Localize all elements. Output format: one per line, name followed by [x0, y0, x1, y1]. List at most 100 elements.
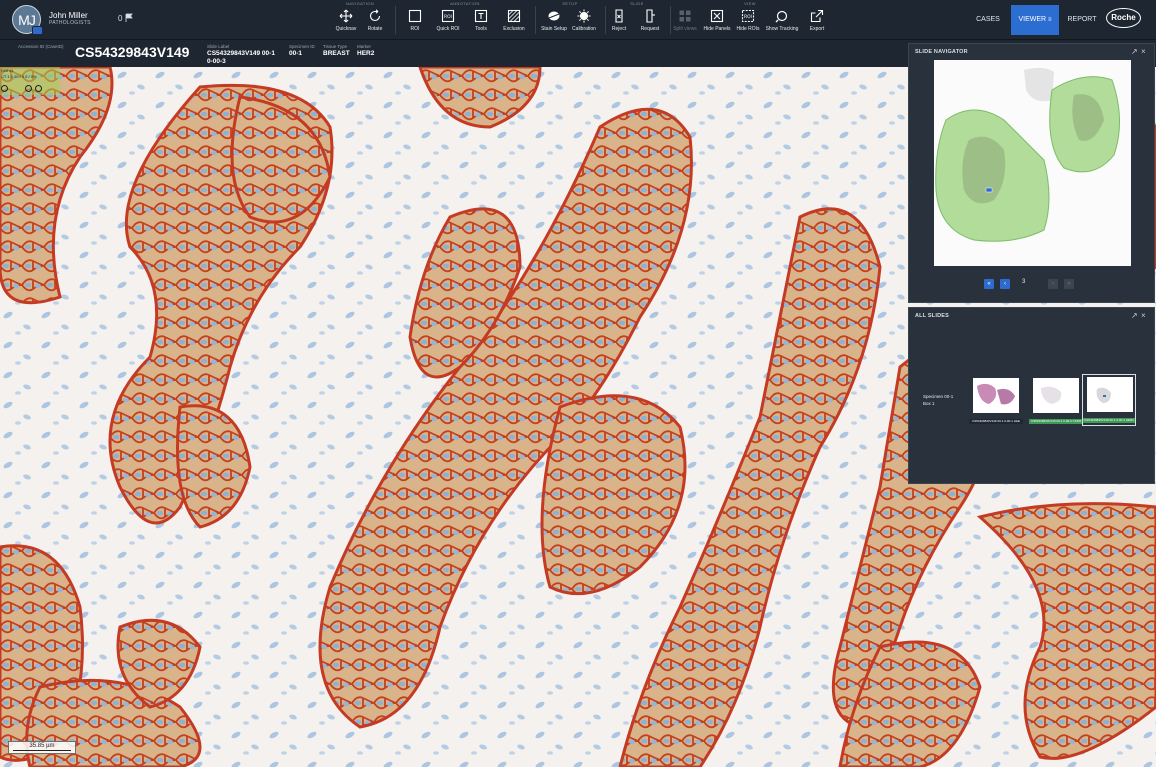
- setup-group-label: SETUP: [562, 1, 578, 6]
- top-toolbar: MJ John Miller PATHOLOGISTS 0 NAVIGATION…: [0, 0, 1156, 40]
- viewer-menu-icon: ≡: [1048, 17, 1052, 23]
- annotation-group: ANNOTATION ROI ROI Quick ROI Tools Exclu…: [395, 0, 535, 40]
- rotate-button[interactable]: Rotate: [355, 9, 395, 32]
- tab-viewer[interactable]: VIEWER ≡: [1011, 5, 1059, 35]
- hide-rois-icon: ROI: [741, 9, 755, 23]
- split-views-icon: [679, 10, 691, 22]
- calibration-icon: [577, 9, 591, 23]
- tab-viewer-label: VIEWER: [1018, 16, 1047, 23]
- slide-caption: CS54329843V149 00-1 0-00-1 H&E: [969, 419, 1023, 424]
- request-button[interactable]: Request: [630, 9, 670, 32]
- slide-caption: CS54329843V149 00-1 0-00-3 HER2: [1083, 418, 1135, 423]
- roi-overlay-stats: CT 1 0 00 / 0 0 / 0%: [1, 74, 37, 79]
- marker-value: HER2: [357, 50, 375, 57]
- tissue-label: Tissue Type: [323, 44, 348, 49]
- slide-overview-image: [934, 60, 1131, 266]
- close-icon[interactable]: ×: [1141, 311, 1146, 320]
- export-icon: [810, 9, 824, 23]
- specimen-label: Specimen ID: [289, 44, 315, 49]
- tab-report[interactable]: REPORT: [1062, 5, 1102, 35]
- chevron-prev-icon[interactable]: ‹: [1000, 279, 1010, 289]
- slide-card-selected[interactable]: CS54329843V149 00-1 0-00-3 HER2: [1082, 374, 1136, 426]
- scale-bar-label: 35.85 µm: [29, 743, 55, 749]
- slide-label-caption: Slide Label: [207, 44, 230, 49]
- calibration-label: Calibration: [572, 26, 596, 32]
- slide-card[interactable]: CS54329843V149 00-1 0-00-1 H&E: [969, 378, 1023, 424]
- exclusion-button[interactable]: Exclusion: [494, 9, 534, 32]
- info-icon[interactable]: [1, 85, 8, 92]
- slide-label-value-2: 0-00-3: [207, 58, 226, 65]
- scale-bar: 35.85 µm: [8, 741, 76, 754]
- user-role: PATHOLOGISTS: [49, 20, 91, 27]
- chevron-first-icon[interactable]: «: [984, 279, 994, 289]
- export-button[interactable]: Export: [797, 9, 837, 32]
- slide-navigator-panel: SLIDE NAVIGATOR ↗ × « ‹ 3 › »: [908, 43, 1155, 303]
- slide-navigator-title: SLIDE NAVIGATOR: [915, 49, 968, 55]
- slide-group: SLIDE Reject Request: [602, 0, 672, 40]
- text-tool-icon: [474, 9, 488, 23]
- avatar-badge-icon: [32, 26, 43, 35]
- navigation-group-label: NAVIGATION: [345, 1, 375, 6]
- page-number: 3: [1022, 279, 1026, 285]
- settings-icon[interactable]: [35, 85, 42, 92]
- specimen-id: Specimen 00-1: [923, 394, 954, 399]
- flag-button[interactable]: 0: [118, 13, 134, 23]
- user-profile[interactable]: MJ John Miller PATHOLOGISTS: [12, 5, 91, 35]
- svg-text:ROI: ROI: [744, 14, 752, 20]
- hatch-icon: [507, 9, 521, 23]
- all-slides-title: ALL SLIDES: [915, 313, 949, 319]
- slide-thumbnail[interactable]: [934, 60, 1131, 266]
- slide-group-label: SLIDE: [630, 1, 644, 6]
- flag-count: 0: [118, 13, 123, 23]
- specimen-value: 00-1: [289, 50, 303, 57]
- setup-group: SETUP Stain Setup Calibration: [535, 0, 605, 40]
- show-tracking-button[interactable]: Show Tracking: [762, 9, 802, 32]
- expand-icon[interactable]: ↗: [1131, 47, 1138, 56]
- marker-label: Marker: [357, 44, 372, 49]
- all-slides-panel: ALL SLIDES ↗ × Specimen 00-1 Box 1 CS543…: [908, 307, 1155, 484]
- flag-icon: [126, 13, 134, 22]
- chevron-last-icon[interactable]: »: [1064, 279, 1074, 289]
- cell-icon[interactable]: [25, 85, 32, 92]
- annotation-group-label: ANNOTATION: [450, 1, 480, 6]
- tab-cases[interactable]: CASES: [968, 5, 1008, 35]
- slide-label-value-1: CS54329843V149 00-1: [207, 50, 275, 57]
- scale-bar-line: [13, 750, 71, 751]
- slide-caption: CS54329843V149 00-1 0-00-2 CK5/6: [1029, 419, 1083, 424]
- close-icon[interactable]: ×: [1141, 47, 1146, 56]
- roi-overlay-title: ROI #1: [1, 68, 14, 73]
- export-label: Export: [809, 26, 825, 32]
- avatar[interactable]: MJ: [12, 5, 43, 35]
- request-label: Request: [640, 26, 660, 32]
- accession-label: Accession ID (CaseID): [18, 44, 64, 49]
- square-icon: [408, 9, 422, 23]
- view-group: VIEW Split views Hide Panels ROI Hide RO…: [665, 0, 835, 40]
- show-tracking-label: Show Tracking: [765, 26, 799, 32]
- specimen-box: Box 1: [923, 400, 935, 406]
- specimen-info: Specimen 00-1 Box 1: [923, 394, 953, 408]
- view-group-label: VIEW: [744, 1, 756, 6]
- request-icon: [646, 9, 655, 23]
- rotate-icon: [369, 9, 381, 22]
- calibration-button[interactable]: Calibration: [564, 9, 604, 32]
- stain-icon: [548, 11, 560, 21]
- slide-thumbnail-ck: [1033, 378, 1079, 413]
- slide-thumbnail-he: [973, 378, 1019, 413]
- move-icon: [339, 9, 353, 23]
- roi-overlay-label[interactable]: ROI #1 CT 1 0 00 / 0 0 / 0%: [0, 67, 60, 95]
- reject-icon: [615, 9, 623, 23]
- exclusion-label: Exclusion: [503, 26, 525, 32]
- navigation-group: NAVIGATION Quicknav Rotate: [325, 0, 395, 40]
- accession-id: CS54329843V149: [75, 44, 190, 60]
- roi-icon: ROI: [441, 9, 455, 23]
- tissue-value: BREAST: [323, 50, 350, 57]
- expand-icon[interactable]: ↗: [1131, 311, 1138, 320]
- rotate-label: Rotate: [367, 26, 383, 32]
- tracking-icon: [775, 10, 788, 23]
- roche-logo: Roche: [1106, 8, 1141, 28]
- svg-text:ROI: ROI: [444, 14, 452, 20]
- avatar-initials: MJ: [18, 11, 36, 28]
- chevron-next-icon[interactable]: ›: [1048, 279, 1058, 289]
- hide-panels-icon: [710, 9, 724, 23]
- slide-card[interactable]: CS54329843V149 00-1 0-00-2 CK5/6: [1029, 378, 1083, 424]
